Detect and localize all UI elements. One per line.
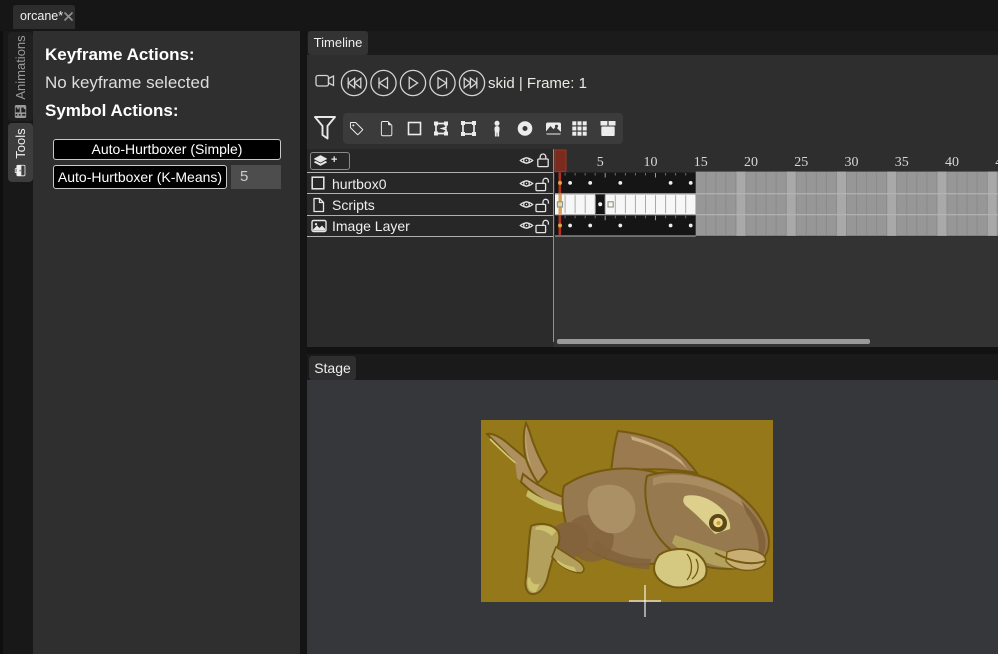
svg-text:25: 25 [794, 155, 808, 170]
svg-text:40: 40 [945, 155, 959, 170]
svg-text:30: 30 [845, 155, 859, 170]
svg-text:20: 20 [744, 155, 758, 170]
svg-text:35: 35 [895, 155, 909, 170]
svg-text:5: 5 [597, 155, 604, 170]
svg-text:10: 10 [644, 155, 658, 170]
svg-text:15: 15 [694, 155, 708, 170]
